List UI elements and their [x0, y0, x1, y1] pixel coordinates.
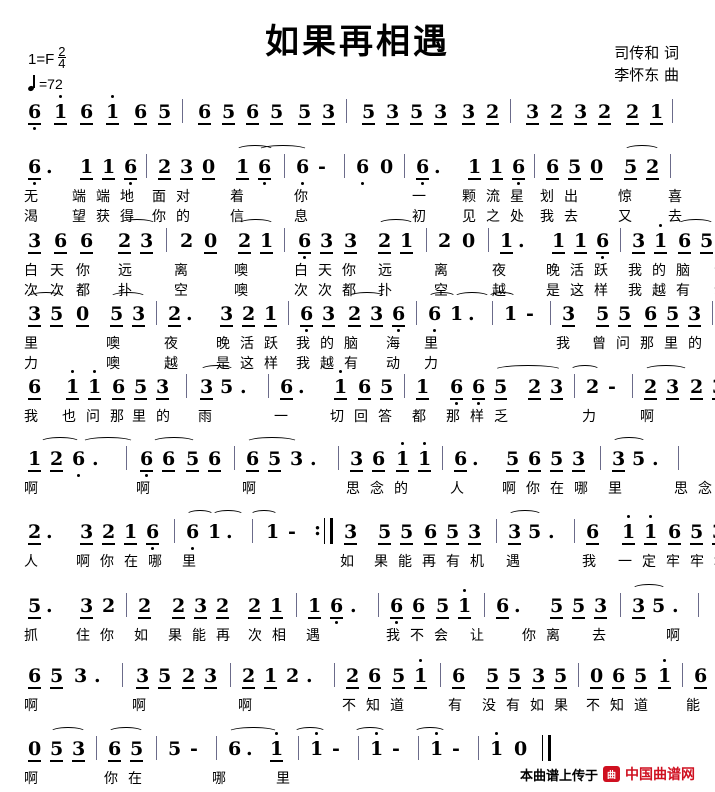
site-logo-icon: 曲 — [603, 766, 620, 782]
system-4: 3 5 0 5 3 2 . 3 2 1 6 3 2 3 6 6 1 . 1 - … — [22, 292, 714, 373]
system-8-notes: 5 . 3 2 2 2 3 2 2 1 1 6 . 6 6 5 1 6 . 5 … — [22, 584, 700, 625]
system-4-notes: 3 5 0 5 3 2 . 3 2 1 6 3 2 3 6 6 1 . 1 - … — [22, 292, 714, 333]
sheet-music-page: 如果再相遇 司传和 词 李怀东 曲 1=F 2 4 =72 6 1 6 1 6 … — [0, 0, 715, 792]
system-6-lyrics: 啊 啊 啊 思 念 的 人 啊 你 在 哪 里 思 念 的 — [24, 481, 712, 497]
key-signature: 1=F — [28, 50, 55, 68]
system-2-lyrics-verse1: 无 端 端 地 面 对 着 你 一 颗 流 星 划 出 惊 喜 — [24, 189, 682, 205]
system-8-lyrics: 抓 住 你 如 果 能 再 次 相 遇 我 不 会 让 你 离 去 啊 — [24, 628, 680, 644]
composer-credit: 李怀东 曲 — [614, 66, 679, 84]
meter-denominator: 4 — [58, 56, 66, 71]
page-title: 如果再相遇 — [265, 22, 450, 62]
credits: 司传和 词 李怀东 曲 — [614, 42, 679, 86]
system-7-notes: 2 . 3 2 1 6 6 1 . 1 - : 3 5 5 6 5 3 3 5 … — [22, 510, 715, 551]
system-4-lyrics-verse1: 里 噢 夜 晚 活 跃 我 的 脑 海 里 我 曾 问 那 里 的 — [24, 336, 702, 352]
tempo-value: =72 — [39, 76, 63, 92]
system-2: 6 . 1 1 6 2 3 0 1 6 6 - 6 0 6 . 1 1 6 6 … — [22, 145, 694, 226]
system-3: 3 6 6 2 3 2 0 2 1 6 3 3 2 1 2 0 1 . 1 1 … — [22, 219, 715, 300]
time-signature: 2 4 — [58, 45, 66, 71]
system-6-notes: 1 2 6 . 6 6 5 6 6 5 3 . 3 6 1 1 6 . 5 6 … — [22, 437, 694, 478]
system-9: 6 5 3 . 3 5 2 3 2 1 2 . 2 6 5 1 6 5 5 3 … — [22, 659, 708, 715]
system-9-lyrics: 啊 啊 啊 不 知 道 有 没 有 如 果 不 知 道 能 不 — [24, 698, 700, 714]
site-name-link[interactable]: 中国曲谱网 — [625, 764, 695, 784]
system-3-notes: 3 6 6 2 3 2 0 2 1 6 3 3 2 1 2 0 1 . 1 1 … — [22, 219, 714, 260]
system-5-notes: 6 1 1 6 5 3 3 5 . 6 . 1 6 5 1 6 6 5 2 3 — [22, 365, 715, 406]
system-1-notes: 6 1 6 1 6 5 6 5 6 5 5 3 5 3 5 3 3 2 3 2 … — [22, 95, 694, 131]
system-6: 1 2 6 . 6 6 5 6 6 5 3 . 3 6 1 1 6 . 5 6 … — [22, 437, 712, 498]
lyricist-credit: 司传和 词 — [614, 44, 679, 62]
footer-uploaded-text: 本曲谱上传于 — [519, 767, 598, 783]
system-8: 5 . 3 2 2 2 3 2 2 1 1 6 . 6 6 5 1 6 . 5 … — [22, 584, 700, 645]
system-2-notes: 6 . 1 1 6 2 3 0 1 6 6 - 6 0 6 . 1 1 6 6 … — [22, 145, 694, 186]
system-5-lyrics: 我 也 问 那 里 的 雨 一 切 回 答 都 那 样 乏 力 啊 — [24, 409, 654, 425]
key-and-meter: 1=F 2 4 — [28, 45, 66, 71]
footer-attribution: 本曲谱上传于 曲 中国曲谱网 — [520, 764, 695, 784]
quarter-note-icon — [27, 75, 37, 92]
system-3-lyrics-verse1: 白 天 你 远 离 噢 白 天 你 远 离 夜 晚 活 跃 我 的 脑 海 — [24, 263, 715, 279]
system-7: 2 . 3 2 1 6 6 1 . 1 - : 3 5 5 6 5 3 3 5 … — [22, 510, 715, 571]
system-1: 6 1 6 1 6 5 6 5 6 5 5 3 5 3 5 3 3 2 3 2 … — [22, 95, 694, 131]
system-7-lyrics: 人 啊 你 在 哪 里 如 果 能 再 有 机 遇 我 一 定 牢 牢 地 — [24, 554, 715, 570]
system-5: 6 1 1 6 5 3 3 5 . 6 . 1 6 5 1 6 6 5 2 3 — [22, 365, 715, 426]
system-9-notes: 6 5 3 . 3 5 2 3 2 1 2 . 2 6 5 1 6 5 5 3 … — [28, 659, 708, 689]
tempo-marking: =72 — [27, 75, 63, 92]
